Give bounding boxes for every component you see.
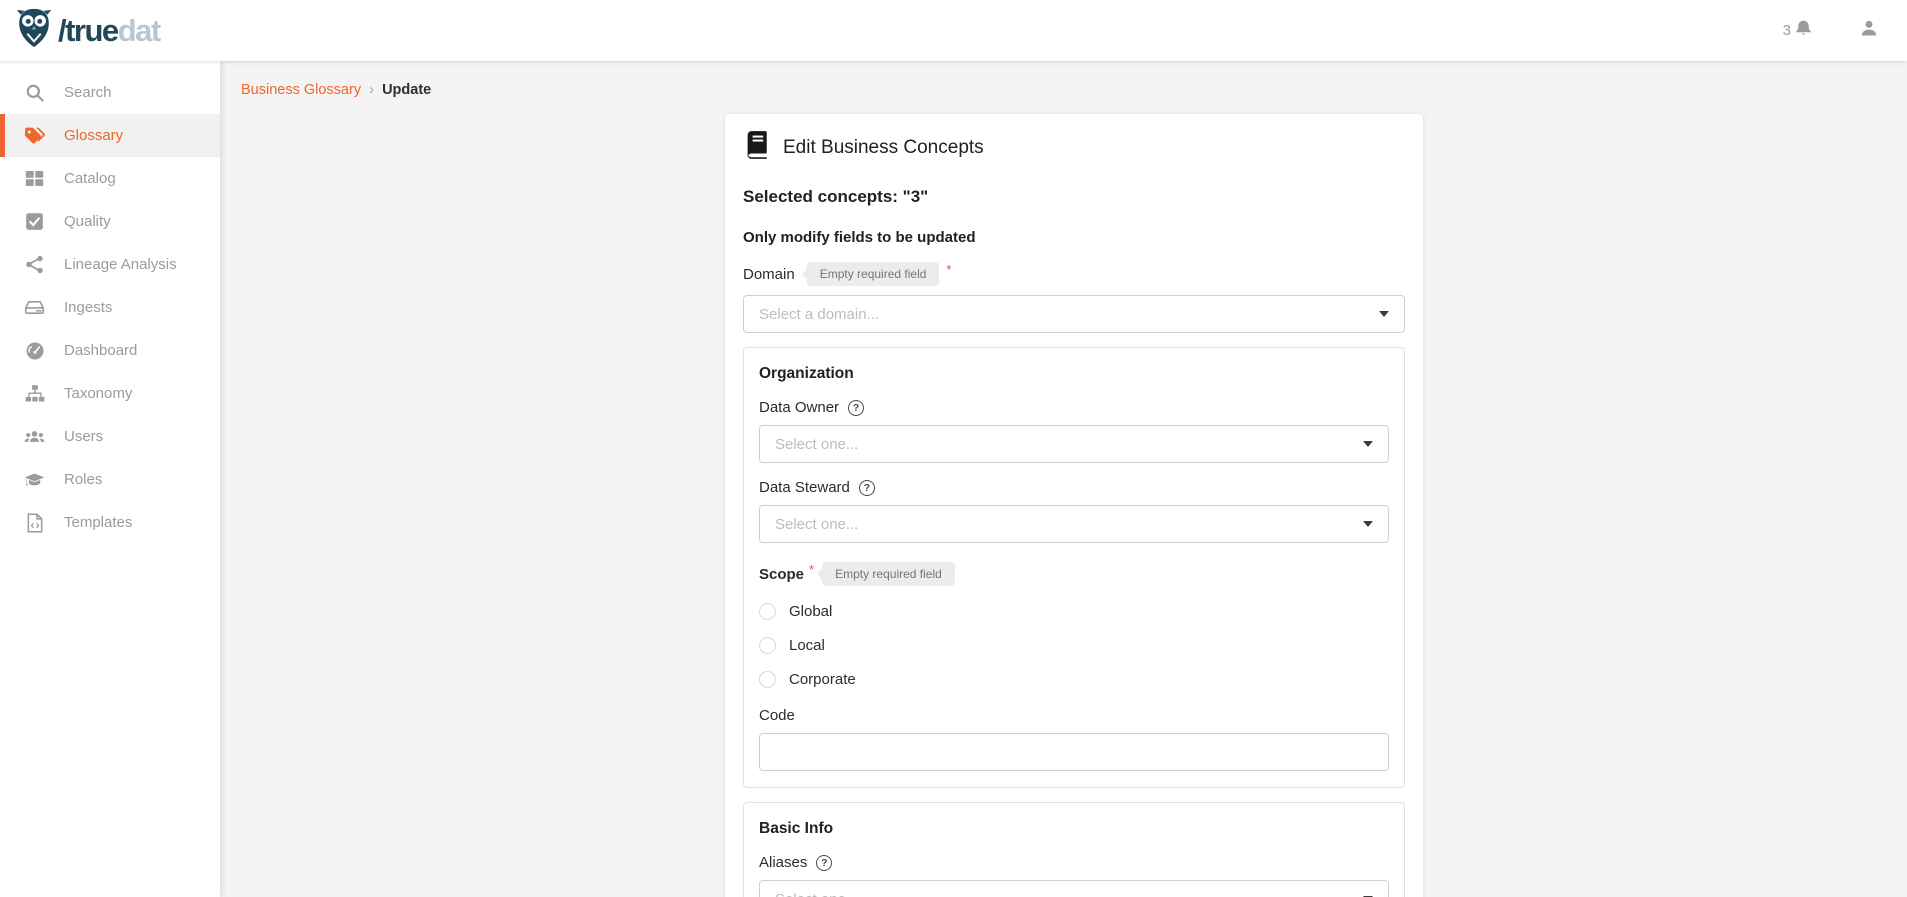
instruction-text: Only modify fields to be updated [743,229,1405,246]
sidebar-item-label: Roles [64,471,102,488]
data-owner-select-placeholder: Select one... [775,436,858,453]
data-steward-label-row: Data Steward ? [759,479,1389,496]
tags-icon [24,125,45,146]
sidebar-item-label: Lineage Analysis [64,256,177,273]
sidebar-item-quality[interactable]: Quality [0,200,220,243]
sidebar-item-templates[interactable]: Templates [0,501,220,544]
drive-icon [24,297,45,318]
scope-option-corporate[interactable]: Corporate [759,671,1389,688]
grid-icon [24,168,45,189]
data-steward-select[interactable]: Select one... [759,505,1389,543]
aliases-label-row: Aliases ? [759,854,1389,871]
aliases-label: Aliases [759,854,807,871]
domain-label-row: Domain Empty required field * [743,262,1405,286]
help-icon[interactable]: ? [859,480,875,496]
sidebar-item-lineage-analysis[interactable]: Lineage Analysis [0,243,220,286]
organization-title: Organization [759,365,1389,383]
gauge-icon [24,340,45,361]
scope-option-global[interactable]: Global [759,603,1389,620]
domain-label: Domain [743,266,795,283]
search-icon [24,82,45,103]
sidebar-item-label: Search [64,84,112,101]
sidebar-item-label: Quality [64,213,111,230]
scope-label-row: Scope * Empty required field [759,562,1389,586]
organization-section: Organization Data Owner ? Select one... … [743,347,1405,788]
page-title: Edit Business Concepts [783,137,984,159]
book-icon [743,130,770,165]
sidebar-item-search[interactable]: Search [0,71,220,114]
sidebar-item-label: Users [64,428,103,445]
sidebar-item-label: Glossary [64,127,123,144]
sidebar-item-glossary[interactable]: Glossary [0,114,220,157]
chevron-down-icon [1363,441,1373,447]
users-icon [24,426,45,447]
bell-icon [1794,19,1813,42]
help-icon[interactable]: ? [816,855,832,871]
code-label-row: Code [759,707,1389,724]
breadcrumb: Business Glossary › Update [241,81,1907,98]
scope-option-local[interactable]: Local [759,637,1389,654]
breadcrumb-separator-icon: › [369,81,374,98]
code-input[interactable] [759,733,1389,771]
data-owner-select[interactable]: Select one... [759,425,1389,463]
aliases-select[interactable]: Select one... [759,880,1389,897]
sidebar-item-catalog[interactable]: Catalog [0,157,220,200]
code-label: Code [759,707,795,724]
basic-info-title: Basic Info [759,820,1389,838]
empty-required-badge: Empty required field [807,262,940,286]
chevron-down-icon [1379,311,1389,317]
sitemap-icon [24,383,45,404]
sidebar-item-label: Ingests [64,299,112,316]
sidebar-item-users[interactable]: Users [0,415,220,458]
data-owner-label: Data Owner [759,399,839,416]
sidebar-item-label: Dashboard [64,342,137,359]
breadcrumb-link-business-glossary[interactable]: Business Glossary [241,82,361,98]
graduation-cap-icon [24,469,45,490]
sidebar: Search Glossary Catalog Quality [0,61,220,897]
file-code-icon [24,512,45,533]
domain-select[interactable]: Select a domain... [743,295,1405,333]
edit-concepts-card: Edit Business Concepts Selected concepts… [724,113,1424,897]
basic-info-section: Basic Info Aliases ? Select one... GDPR … [743,802,1405,897]
sidebar-item-ingests[interactable]: Ingests [0,286,220,329]
data-owner-label-row: Data Owner ? [759,399,1389,416]
sidebar-item-dashboard[interactable]: Dashboard [0,329,220,372]
data-steward-select-placeholder: Select one... [775,516,858,533]
logo-text: /truedat [58,15,160,46]
breadcrumb-current: Update [382,82,431,98]
required-asterisk: * [946,262,951,277]
sidebar-item-label: Catalog [64,170,116,187]
empty-required-badge: Empty required field [822,562,955,586]
data-steward-label: Data Steward [759,479,850,496]
notification-count: 3 [1783,22,1791,39]
main-content: Business Glossary › Update Edit Business… [220,61,1907,897]
sidebar-item-label: Templates [64,514,132,531]
required-asterisk: * [809,562,814,577]
radio-label: Local [789,637,825,654]
radio-label: Global [789,603,832,620]
radio-button-icon[interactable] [759,671,776,688]
card-header: Edit Business Concepts [743,130,1405,165]
selected-concepts-text: Selected concepts: "3" [743,187,1405,207]
sidebar-item-roles[interactable]: Roles [0,458,220,501]
share-nodes-icon [24,254,45,275]
radio-button-icon[interactable] [759,637,776,654]
owl-logo-icon [14,7,54,54]
sidebar-item-taxonomy[interactable]: Taxonomy [0,372,220,415]
aliases-select-placeholder: Select one... [775,891,858,897]
radio-label: Corporate [789,671,856,688]
scope-label: Scope [759,566,804,583]
chevron-down-icon [1363,521,1373,527]
domain-select-placeholder: Select a domain... [759,306,879,323]
help-icon[interactable]: ? [848,400,864,416]
truedat-logo[interactable]: /truedat [14,7,160,54]
sidebar-item-label: Taxonomy [64,385,132,402]
user-menu-icon[interactable] [1859,18,1879,43]
notifications-button[interactable]: 3 [1783,19,1813,42]
check-square-icon [24,211,45,232]
top-header: /truedat 3 [0,0,1907,61]
radio-button-icon[interactable] [759,603,776,620]
